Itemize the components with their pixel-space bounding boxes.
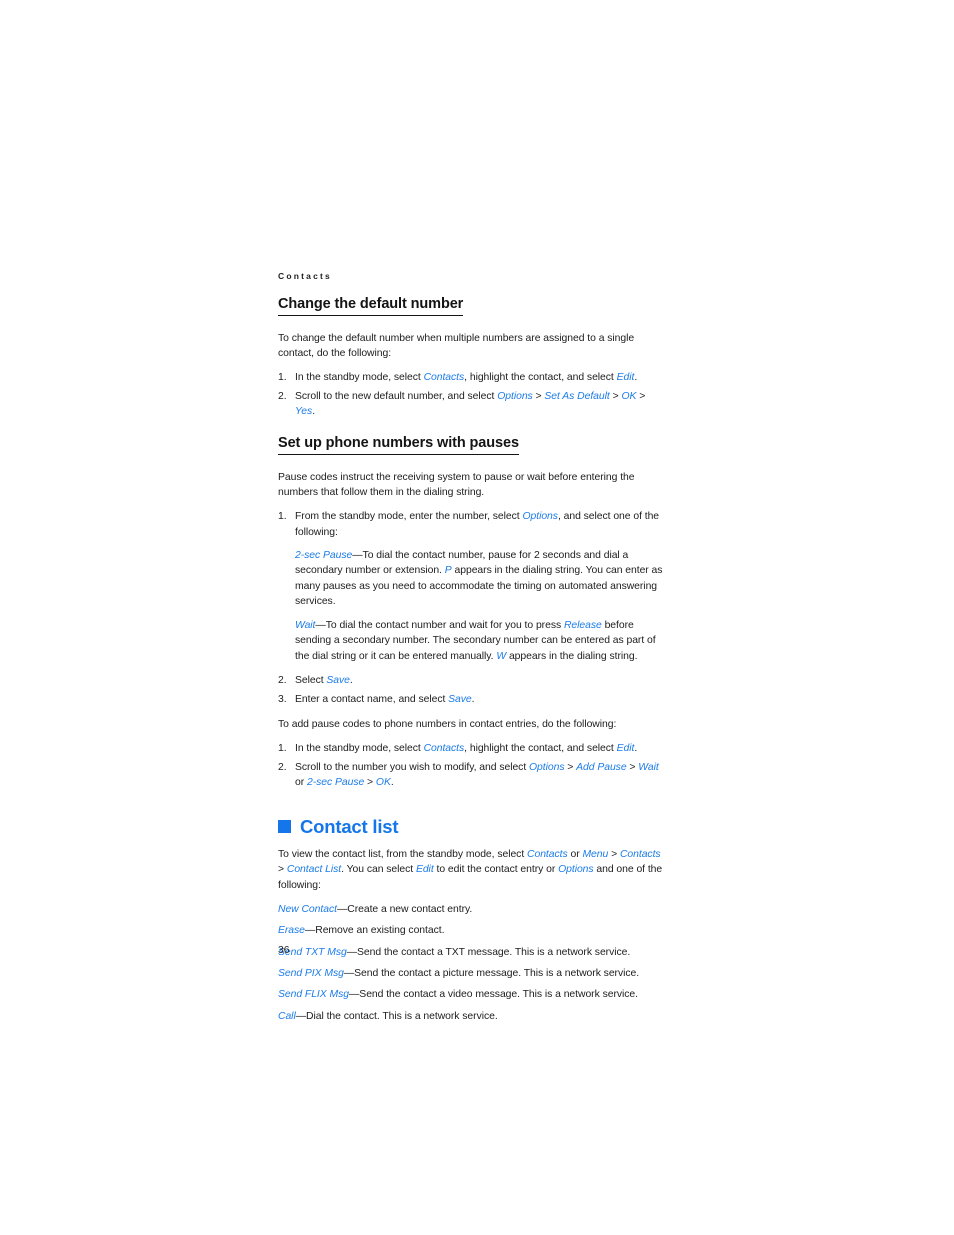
definition-wait: Wait—To dial the contact number and wait… xyxy=(295,620,656,662)
list-item: In the standby mode, select Contacts, hi… xyxy=(278,741,638,757)
ui-term: Wait xyxy=(638,762,659,774)
ui-term: Contacts xyxy=(527,849,568,861)
ui-term: W xyxy=(496,650,507,662)
ui-term: Release xyxy=(563,620,602,632)
ui-term: New Contact xyxy=(278,904,337,916)
ui-term: 2-sec Pause xyxy=(295,549,353,561)
ui-term: Add Pause xyxy=(576,762,627,774)
steps-set-up-pauses-continued: Select Save. Enter a contact name, and s… xyxy=(278,673,668,707)
ui-term: Contacts xyxy=(423,372,465,384)
ui-term: Contact List xyxy=(286,864,342,876)
list-item: Scroll to the number you wish to modify,… xyxy=(278,760,659,789)
section-intro-add-pause-codes: To add pause codes to phone numbers in c… xyxy=(278,719,617,731)
ui-term: Contacts xyxy=(619,849,661,861)
option-send-flix-msg: Send FLIX Msg—Send the contact a video m… xyxy=(278,989,638,1001)
ui-term: Set As Default xyxy=(544,391,610,403)
ui-term: Contacts xyxy=(423,743,465,755)
option-erase: Erase—Remove an existing contact. xyxy=(278,925,445,937)
list-item: Enter a contact name, and select Save. xyxy=(278,692,475,708)
running-head: Contacts xyxy=(278,271,332,281)
section-intro-set-up-phone-numbers-with-pauses: Pause codes instruct the receiving syste… xyxy=(278,471,635,499)
option-call: Call—Dial the contact. This is a network… xyxy=(278,1010,498,1022)
ui-term: OK xyxy=(621,391,637,403)
definition-2-sec-pause: 2-sec Pause—To dial the contact number, … xyxy=(295,549,663,607)
option-new-contact: New Contact—Create a new contact entry. xyxy=(278,904,473,916)
option-send-pix-msg: Send PIX Msg—Send the contact a picture … xyxy=(278,967,640,979)
ui-term: Wait xyxy=(295,620,316,632)
chapter-intro-contact-list: To view the contact list, from the stand… xyxy=(278,849,663,891)
chapter-heading-contact-list: Contact list xyxy=(278,815,668,837)
section-intro-change-default-number: To change the default number when multip… xyxy=(278,332,635,359)
ui-term: Edit xyxy=(616,743,635,755)
ui-term: Options xyxy=(522,511,558,523)
blue-square-bullet-icon xyxy=(278,820,291,834)
ui-term: Yes xyxy=(295,406,313,418)
ui-term: Edit xyxy=(616,372,635,384)
ui-term: P xyxy=(444,565,452,577)
list-item: From the standby mode, enter the number,… xyxy=(278,509,660,538)
ui-term: Call xyxy=(278,1010,296,1022)
section-change-default-number: Change the default number xyxy=(278,295,668,324)
ui-term: Options xyxy=(558,864,594,876)
ui-term: Send FLIX Msg xyxy=(278,989,349,1001)
steps-change-default-number: In the standby mode, select Contacts, hi… xyxy=(278,370,668,419)
list-item: Select Save. xyxy=(278,673,353,689)
ui-term: Options xyxy=(497,391,533,403)
ui-term: Save xyxy=(448,693,472,705)
list-item: Scroll to the new default number, and se… xyxy=(278,389,646,418)
page-number: 36 xyxy=(278,945,290,956)
section-heading-change-default-number: Change the default number xyxy=(278,295,463,316)
chapter-heading-label: Contact list xyxy=(300,815,399,837)
list-item: In the standby mode, select Contacts, hi… xyxy=(278,370,638,386)
ui-term: Options xyxy=(529,762,565,774)
steps-add-pause-codes: In the standby mode, select Contacts, hi… xyxy=(278,741,668,790)
ui-term: Save xyxy=(326,675,350,686)
ui-term: 2-sec Pause xyxy=(306,777,365,789)
ui-term: OK xyxy=(375,777,391,789)
steps-set-up-pauses-first: From the standby mode, enter the number,… xyxy=(278,509,668,540)
option-send-txt-msg: Send TXT Msg—Send the contact a TXT mess… xyxy=(278,946,631,958)
ui-term: Edit xyxy=(415,864,434,876)
section-heading-set-up-phone-numbers-with-pauses: Set up phone numbers with pauses xyxy=(278,434,519,455)
section-set-up-phone-numbers-with-pauses: Set up phone numbers with pauses xyxy=(278,434,668,463)
ui-term: Erase xyxy=(278,925,305,937)
page-content: Contacts Change the default number To ch… xyxy=(278,272,668,1030)
ui-term: Send PIX Msg xyxy=(278,967,344,979)
ui-term: Menu xyxy=(582,849,609,861)
